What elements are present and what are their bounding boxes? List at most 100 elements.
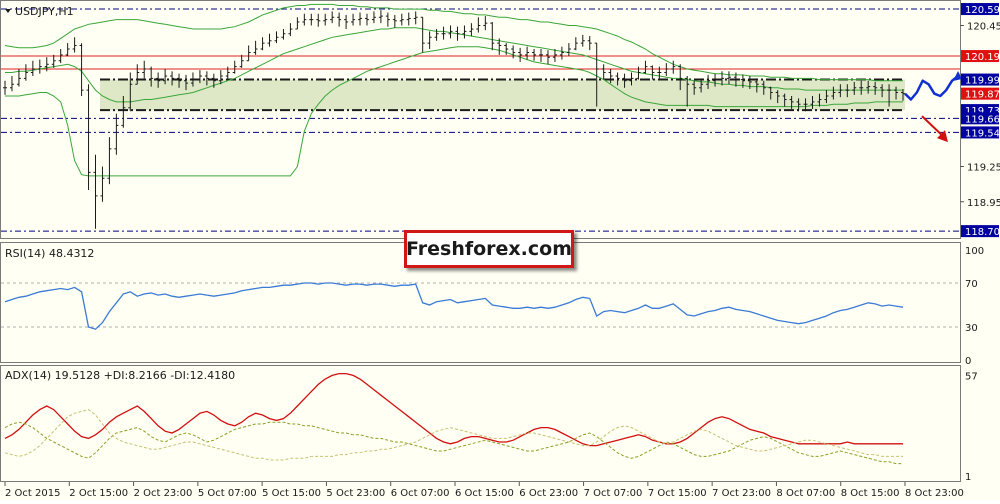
price-bar [671,60,676,74]
price-tick-label: 119.25 [967,163,1000,174]
time-tick-label: 6 Oct 15:00 [455,488,514,499]
price-bar [392,14,397,28]
price-bar [413,11,418,25]
price-bar [518,47,523,62]
price-tag-label: 119.66 [965,114,1000,125]
time-tick-label: 6 Oct 23:00 [519,488,578,499]
price-bar [100,166,105,202]
price-bar [601,64,606,80]
price-bar [573,37,578,51]
time-tick-label: 6 Oct 07:00 [391,488,450,499]
price-tick-label: 120.45 [967,22,1000,33]
price-bar [358,12,363,26]
price-tag-label: 118.70 [965,227,1000,238]
price-tick-label: 118.95 [967,198,1000,209]
price-bar [316,13,321,27]
time-axis: 2 Oct 2015 2 Oct 15:00 2 Oct 23:00 5 Oct 07… [4,482,964,499]
adx-panel: 57 1 [4,371,978,483]
main-price-panel: 120.59120.45120.19119.99119.87119.73119.… [1,3,1000,238]
price-bar [587,36,592,51]
price-bar [267,33,272,47]
price-bar [246,45,251,62]
price-bar [72,37,77,53]
price-bar [650,65,655,80]
price-bar [559,46,564,60]
price-bar [232,60,237,74]
price-bar [441,26,446,40]
price-bar [580,34,585,47]
watermark-logo: Freshforex.com [404,230,574,268]
price-bar [539,49,544,62]
time-tick-label: 5 Oct 23:00 [326,488,385,499]
symbol-title: USDJPY,H1 [15,5,74,18]
price-bar [253,40,258,55]
down-arrow-shaft [921,115,945,138]
time-tick-label: 2 Oct 2015 [5,488,60,499]
price-bar [483,16,488,31]
price-bar [114,113,119,155]
price-tag-label: 119.99 [965,76,1000,87]
main-panel-frame [0,0,961,239]
price-bar [462,25,467,39]
rsi-tick-label: 30 [965,323,978,334]
price-bar [364,13,369,26]
chart-menu-triangle-icon[interactable] [5,9,11,13]
rsi-tick-label: 0 [965,356,971,367]
price-bar [281,29,286,40]
adx-tick-label: 57 [965,371,978,382]
price-bar [142,60,147,79]
price-bar [274,31,279,44]
price-bar [93,154,98,229]
price-bar [3,80,7,95]
price-bar [344,14,349,30]
price-tag-label: 119.54 [965,128,1000,139]
price-bar [385,12,390,27]
price-bar [351,13,356,26]
rsi-tick-label: 100 [965,246,984,257]
price-bar [545,50,550,65]
forecast-path [904,75,959,101]
time-tick-label: 5 Oct 15:00 [262,488,321,499]
bollinger-lower [5,46,903,177]
price-tag-label: 120.59 [965,5,1000,16]
adx-series-adx [4,372,903,447]
price-bar [9,76,14,92]
price-bar [664,63,669,77]
adx-title: ADX(14) 19.5128 +DI:8.2166 -DI:12.4180 [5,369,235,382]
price-bar [469,23,474,37]
time-tick-label: 7 Oct 07:00 [584,488,643,499]
price-bar [107,137,112,185]
price-bar [371,11,376,24]
time-tick-label: 8 Oct 07:00 [776,488,835,499]
price-bar [643,60,648,74]
rsi-tick-label: 70 [965,279,978,290]
adx-tick-label: 1 [965,472,971,483]
price-bar [30,60,35,77]
price-bar [309,13,314,26]
price-bar [260,37,265,51]
price-bar [79,43,84,96]
price-bar [399,13,404,26]
price-bar [23,64,28,81]
price-bar [406,12,411,26]
price-bar [330,11,335,24]
time-tick-label: 8 Oct 15:00 [841,488,900,499]
price-bar [288,23,293,37]
price-bar [65,43,70,57]
time-tick-label: 8 Oct 23:00 [905,488,964,499]
time-tick-label: 7 Oct 15:00 [648,488,707,499]
price-bar [490,21,495,51]
price-bar [420,16,425,53]
rsi-line [4,282,904,330]
price-bar [37,59,42,74]
price-bar [337,12,342,27]
price-tag-label: 119.87 [965,90,1000,101]
time-tick-label: 2 Oct 15:00 [69,488,128,499]
time-tick-label: 2 Oct 23:00 [134,488,193,499]
price-bar [476,17,481,33]
time-tick-label: 7 Oct 23:00 [712,488,771,499]
chart-window: 120.59 120.45 120.19 119.99 119.87 119.73 119.… [0,0,1000,500]
price-bar [427,31,432,49]
price-bar [51,54,56,68]
price-bar [302,13,307,26]
